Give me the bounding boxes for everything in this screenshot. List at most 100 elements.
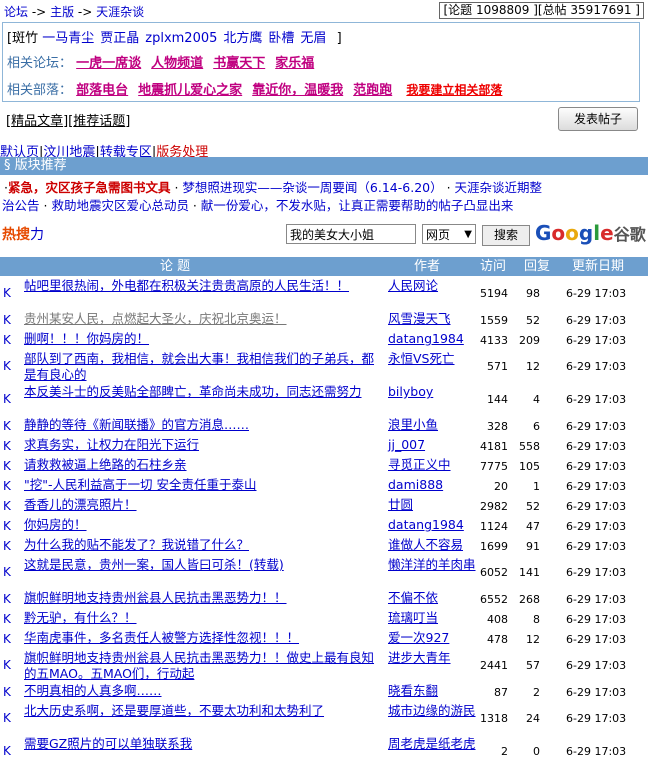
related-forum-link[interactable]: 家乐福 <box>275 56 314 71</box>
topic-title-link[interactable]: 旗帜鲜明地支持贵州瓮县人民抗击黑恶势力！！ <box>24 590 376 606</box>
author-link[interactable]: 风雪漫天飞 <box>388 311 476 327</box>
rec-link[interactable]: 梦想照进现实——杂谈一周要闻（6.14-6.20） <box>182 180 442 195</box>
author-link[interactable]: 浪里小鱼 <box>388 417 476 433</box>
author-link[interactable]: 人民网论 <box>388 278 476 294</box>
author-link[interactable]: 进步大青年 <box>388 650 476 666</box>
author-link[interactable]: 廿圆 <box>388 497 476 513</box>
topic-title-link[interactable]: 华南虎事件，多名责任人被警方选择性忽视！！！ <box>24 630 376 646</box>
reply-count: 47 <box>526 520 540 533</box>
breadcrumb-tianya[interactable]: 天涯杂谈 <box>96 5 144 19</box>
topic-icon: K <box>3 632 11 646</box>
views-count: 20 <box>494 480 508 493</box>
update-date: 6-29 17:03 <box>566 659 627 672</box>
topic-title-link[interactable]: 不明真相的人真多啊…… <box>24 683 376 699</box>
topic-title-link[interactable]: 需要GZ照片的可以单独联系我 <box>24 736 376 752</box>
update-date: 6-29 17:03 <box>566 287 627 300</box>
breadcrumb-sep: -> <box>31 5 47 19</box>
moderator-link[interactable]: 北方鹰 <box>223 31 262 46</box>
rec-link[interactable]: 献一份爱心，不发水贴，让真正需要帮助的帖子凸显出来 <box>201 198 514 213</box>
author-link[interactable]: 懒洋洋的羊肉串 <box>388 557 476 573</box>
topic-title-link[interactable]: 旗帜鲜明地支持贵州瓮县人民抗击黑恶势力！！做史上最有良知的五MAO。五MAO们，… <box>24 650 376 682</box>
moderator-link[interactable]: zplxm2005 <box>145 31 217 46</box>
featured-articles-link[interactable]: 精品文章 <box>11 114 63 129</box>
reply-count: 98 <box>526 287 540 300</box>
author-link[interactable]: 周老虎是纸老虎 <box>388 736 476 752</box>
moderator-link[interactable]: 贾正晶 <box>100 31 139 46</box>
topic-title-link[interactable]: 这就是民意，贵州一案，国人皆曰可杀！(转载) <box>24 557 376 573</box>
reply-count: 24 <box>526 712 540 725</box>
related-forum-link[interactable]: 书赢天下 <box>213 56 265 71</box>
topic-title-link[interactable]: 帖吧里很热闹，外电都在积极关注贵贵高原的人民生活！！ <box>24 278 376 294</box>
topic-title-link[interactable]: 北大历史系啊，还是要厚道些，不要太功利和太势利了 <box>24 703 376 719</box>
breadcrumb-main[interactable]: 主版 <box>50 5 74 19</box>
author-link[interactable]: datang1984 <box>388 331 476 347</box>
reply-count: 141 <box>519 566 540 579</box>
topic-title-link[interactable]: 香香儿的漂亮照片！ <box>24 497 376 513</box>
table-row: K 不明真相的人真多啊…… 晓看东翻 87 2 6-29 17:03 <box>0 683 648 702</box>
top-bar: 论坛 -> 主版 -> 天涯杂谈 [论题 1098809 ][总帖 359176… <box>0 0 648 20</box>
topic-title-link[interactable]: 求真务实，让权力在阳光下运行 <box>24 437 376 453</box>
update-date: 6-29 17:03 <box>566 440 627 453</box>
topic-title-link[interactable]: 为什么我的贴不能发了？我说错了什么？ <box>24 537 376 553</box>
rec-link[interactable]: 治公告 <box>2 198 40 213</box>
create-tribe-link[interactable]: 我要建立相关部落 <box>406 83 502 97</box>
search-input[interactable]: 我的美女大小姐 <box>286 224 416 244</box>
topic-title-link[interactable]: 部队到了西南，我相信，就会出大事！我相信我们的子弟兵，都是有良心的 <box>24 351 376 383</box>
table-row: K 华南虎事件，多名责任人被警方选择性忽视！！！ 爱一次927 478 12 6-29 1… <box>0 630 648 649</box>
topic-title-link[interactable]: 本反美斗士的反美贴全部睥亡，革命尚未成功，同志还需努力 <box>24 384 376 400</box>
related-tribe-link[interactable]: 范跑跑 <box>353 83 392 98</box>
topic-title-link[interactable]: "挖"-人民利益高于一切 安全责任重于泰山 <box>24 477 376 493</box>
new-post-button[interactable]: 发表帖子 <box>558 107 638 131</box>
views-count: 408 <box>487 613 508 626</box>
topic-icon: K <box>3 658 11 672</box>
topic-title-link[interactable]: 黔无驴，有什么？！ <box>24 610 376 626</box>
rec-link[interactable]: 天涯杂谈近期整 <box>455 180 543 195</box>
moderator-link[interactable]: 一马青尘 <box>42 31 94 46</box>
table-row: K 你妈房的！ datang1984 1124 47 6-29 17:03 <box>0 517 648 536</box>
moderators-end: ] <box>336 31 342 46</box>
related-tribe-link[interactable]: 部落电台 <box>76 83 128 98</box>
related-forum-link[interactable]: 人物频道 <box>151 56 203 71</box>
author-link[interactable]: 寻觅正义中 <box>388 457 476 473</box>
author-link[interactable]: datang1984 <box>388 517 476 533</box>
related-tribe-link[interactable]: 地震抓儿爱心之家 <box>138 83 242 98</box>
author-link[interactable]: 琉璃叮当 <box>388 610 476 626</box>
col-author: 作者 <box>414 259 441 274</box>
topic-icon: K <box>3 286 11 300</box>
author-link[interactable]: 城市边缘的游民 <box>388 703 476 719</box>
moderator-link[interactable]: 卧槽 <box>268 31 294 46</box>
topic-icon: K <box>3 479 11 493</box>
moderator-link[interactable]: 无眉 <box>300 31 326 46</box>
update-date: 6-29 17:03 <box>566 360 627 373</box>
topic-title-link[interactable]: 贵州某安人民，点燃起大圣火，庆祝北京奥运！ <box>24 311 376 327</box>
author-link[interactable]: 永恒VS死亡 <box>388 351 476 367</box>
author-link[interactable]: jj_007 <box>388 437 476 453</box>
reply-count: 12 <box>526 633 540 646</box>
related-tribes-label: 相关部落： <box>7 83 73 98</box>
author-link[interactable]: 谁做人不容易 <box>388 537 476 553</box>
views-count: 328 <box>487 420 508 433</box>
rec-link[interactable]: 紧急，灾区孩子急需图书文具 <box>8 180 171 195</box>
views-count: 144 <box>487 393 508 406</box>
author-link[interactable]: 不偏不依 <box>388 590 476 606</box>
related-tribe-link[interactable]: 靠近你，温暖我 <box>252 83 343 98</box>
author-link[interactable]: 晓看东翻 <box>388 683 476 699</box>
related-forum-link[interactable]: 一虎一席谈 <box>76 56 141 71</box>
update-date: 6-29 17:03 <box>566 520 627 533</box>
author-link[interactable]: bilyboy <box>388 384 476 400</box>
topic-icon: K <box>3 685 11 699</box>
views-count: 4133 <box>480 334 508 347</box>
table-row: K 旗帜鲜明地支持贵州瓮县人民抗击黑恶势力！！做史上最有良知的五MAO。五MAO们… <box>0 650 648 682</box>
reply-count: 6 <box>533 420 540 433</box>
author-link[interactable]: dami888 <box>388 477 476 493</box>
rec-link[interactable]: 救助地震灾区爱心总动员 <box>51 198 189 213</box>
breadcrumb-forum[interactable]: 论坛 <box>4 5 28 19</box>
topic-title-link[interactable]: 静静的等待《新闻联播》的官方消息…… <box>24 417 376 433</box>
search-type-select[interactable]: 网页 ▼ <box>422 224 476 244</box>
author-link[interactable]: 爱一次927 <box>388 630 476 646</box>
topic-title-link[interactable]: 请救救被逼上绝路的石柱乡亲 <box>24 457 376 473</box>
search-button[interactable]: 搜索 <box>482 225 530 246</box>
topic-title-link[interactable]: 删啊！！！你妈房的！ <box>24 331 376 347</box>
topic-title-link[interactable]: 你妈房的！ <box>24 517 376 533</box>
recommended-topics-link[interactable]: 推荐话题 <box>73 114 125 129</box>
